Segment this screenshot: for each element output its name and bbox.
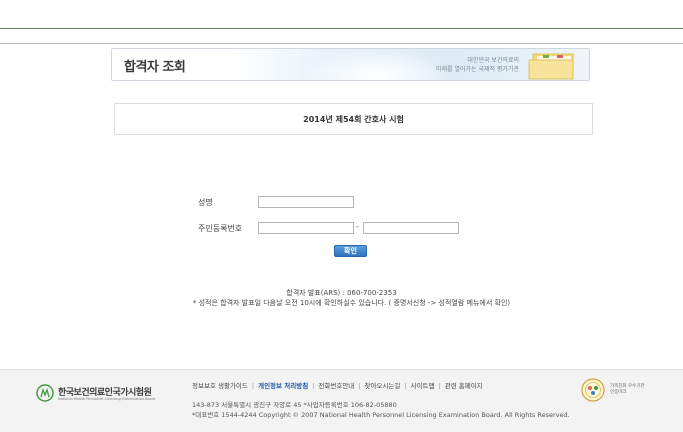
top-divider-green [0, 28, 683, 29]
rrn-first-input[interactable] [258, 222, 354, 234]
footer-address: 143-873 서울특별시 광진구 자양로 45 *사업자등록번호 106-82… [192, 401, 397, 409]
footer-link-sitemap[interactable]: 사이트맵 [411, 382, 435, 390]
org-name-en: National Health Personnel Licensing Exam… [58, 397, 156, 401]
name-input[interactable] [258, 196, 354, 208]
score-notice: * 성적은 합격자 발표일 다음날 오전 10시에 확인하실수 있습니다. ( … [192, 299, 511, 307]
org-logo-icon [36, 384, 54, 402]
link-separator: | [438, 382, 441, 390]
cert-badge-icon [581, 378, 605, 402]
banner-slogan-line1: 대한민국 보건의료의 [467, 57, 519, 64]
exam-title-box: 2014년 제54회 간호사 시험 [114, 103, 593, 135]
page-header-banner: 합격자 조회 대한민국 보건의료의 미래를 열어가는 국제적 평가기관 [111, 48, 590, 81]
org-logo[interactable]: 한국보건의료인국가시험원 National Health Personnel L… [36, 384, 196, 408]
footer: 한국보건의료인국가시험원 National Health Personnel L… [0, 369, 683, 432]
footer-links: 정보보호 생활가이드 | 개인정보 처리방침 | 전화번호안내 | 찾아오시는길 | 사이트맵 |… [192, 380, 483, 390]
footer-link-privacy-policy[interactable]: 개인정보 처리방침 [258, 382, 308, 390]
rrn-label: 주민등록번호 [198, 224, 243, 233]
confirm-button[interactable]: 확인 [334, 245, 367, 257]
rrn-separator: - [356, 222, 359, 231]
footer-link-directions[interactable]: 찾아오시는길 [365, 382, 401, 390]
link-separator: | [251, 382, 255, 390]
banner-slogan: 대한민국 보건의료의 미래를 열어가는 국제적 평가기관 [409, 56, 519, 74]
name-label: 성명 [198, 198, 213, 207]
footer-link-related-sites[interactable]: 관련 홈페이지 [445, 382, 483, 390]
footer-copyright: *대표번호 1544-4244 Copyright © 2007 Nationa… [192, 411, 570, 419]
link-separator: | [312, 382, 315, 390]
cert-text: 가족친화 우수기관 인증마크 [610, 384, 660, 396]
page-title: 합격자 조회 [124, 60, 186, 75]
top-divider-gray [0, 43, 683, 44]
exam-title: 2014년 제54회 간호사 시험 [303, 115, 404, 124]
link-separator: | [358, 382, 361, 390]
footer-link-security-guide[interactable]: 정보보호 생활가이드 [192, 382, 248, 390]
rrn-second-input[interactable] [363, 222, 459, 234]
link-separator: | [404, 382, 407, 390]
family-friendly-cert: 가족친화 우수기관 인증마크 [581, 378, 661, 402]
folder-icon [528, 53, 574, 80]
banner-slogan-line2: 미래를 열어가는 국제적 평가기관 [435, 66, 519, 73]
cert-text-line2: 인증마크 [610, 390, 627, 395]
footer-link-phone-directory[interactable]: 전화번호안내 [318, 382, 354, 390]
ars-info: 합격자 발표(ARS) : 060-700-2353 [286, 289, 397, 297]
